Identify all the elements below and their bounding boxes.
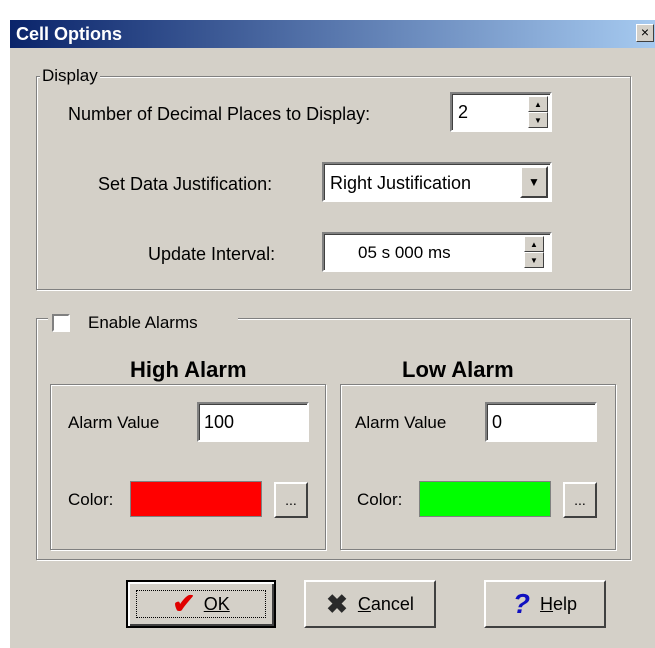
justification-dropdown-button[interactable]: ▼ (520, 166, 548, 198)
high-alarm-browse-label: ... (285, 492, 297, 508)
spin-down-button[interactable]: ▼ (528, 112, 548, 128)
window-title: Cell Options (16, 24, 123, 44)
arrow-down-icon: ▼ (534, 115, 542, 125)
high-alarm-value: 100 (204, 412, 235, 432)
high-alarm-value-input[interactable]: 100 (197, 402, 309, 442)
arrow-up-icon: ▲ (534, 99, 542, 109)
decimal-places-spinner[interactable]: ▲ ▼ (528, 96, 548, 128)
cancel-label: Cancel (357, 593, 414, 614)
update-interval-label: Update Interval: (148, 244, 276, 264)
arrow-down-icon: ▼ (530, 255, 538, 265)
question-icon: ? (512, 588, 531, 619)
justification-value: Right Justification (330, 173, 472, 193)
low-alarm-browse-label: ... (574, 492, 586, 508)
decimal-places-label: Number of Decimal Places to Display: (68, 104, 371, 124)
justification-select[interactable]: Right Justification ▼ (322, 162, 552, 202)
low-alarm-color-label: Color: (357, 490, 403, 509)
x-icon: ✖ (326, 589, 348, 619)
high-alarm-value-label: Alarm Value (68, 413, 160, 432)
interval-spin-up-button[interactable]: ▲ (524, 236, 544, 252)
low-alarm-heading: Low Alarm (402, 357, 514, 382)
ok-focus-rect (136, 590, 266, 618)
high-alarm-color-browse-button[interactable]: ... (274, 482, 308, 518)
justification-label: Set Data Justification: (98, 174, 273, 194)
enable-alarms-checkbox[interactable] (52, 314, 70, 332)
high-alarm-color-label: Color: (68, 490, 114, 509)
cell-options-dialog: Cell Options × Display Number of Decimal… (10, 20, 655, 648)
decimal-places-value: 2 (458, 102, 469, 122)
update-interval-spinner[interactable]: ▲ ▼ (524, 236, 544, 268)
close-button[interactable]: × (636, 24, 654, 42)
update-interval-value: 05 s 000 ms (358, 243, 451, 262)
low-alarm-color-swatch (419, 481, 551, 517)
interval-spin-down-button[interactable]: ▼ (524, 252, 544, 268)
help-label: Help (540, 593, 578, 614)
ok-button[interactable]: ✔ OK (126, 580, 276, 628)
title-bar[interactable]: Cell Options × (10, 20, 655, 48)
close-icon: × (640, 24, 650, 40)
update-interval-field[interactable]: 05 s 000 ms ▲ ▼ (322, 232, 552, 272)
low-alarm-color-browse-button[interactable]: ... (563, 482, 597, 518)
enable-alarms-label[interactable]: Enable Alarms (88, 313, 198, 333)
spin-up-button[interactable]: ▲ (528, 96, 548, 112)
high-alarm-color-swatch (130, 481, 262, 517)
decimal-places-field[interactable]: 2 ▲ ▼ (450, 92, 552, 132)
display-legend: Display (40, 66, 100, 86)
arrow-up-icon: ▲ (530, 239, 538, 249)
low-alarm-value-input[interactable]: 0 (485, 402, 597, 442)
chevron-down-icon: ▼ (528, 175, 540, 189)
low-alarm-value-label: Alarm Value (355, 413, 447, 432)
help-button[interactable]: ? Help (484, 580, 606, 628)
low-alarm-value: 0 (492, 412, 503, 432)
cancel-button[interactable]: ✖ Cancel (304, 580, 436, 628)
high-alarm-heading: High Alarm (130, 357, 247, 382)
